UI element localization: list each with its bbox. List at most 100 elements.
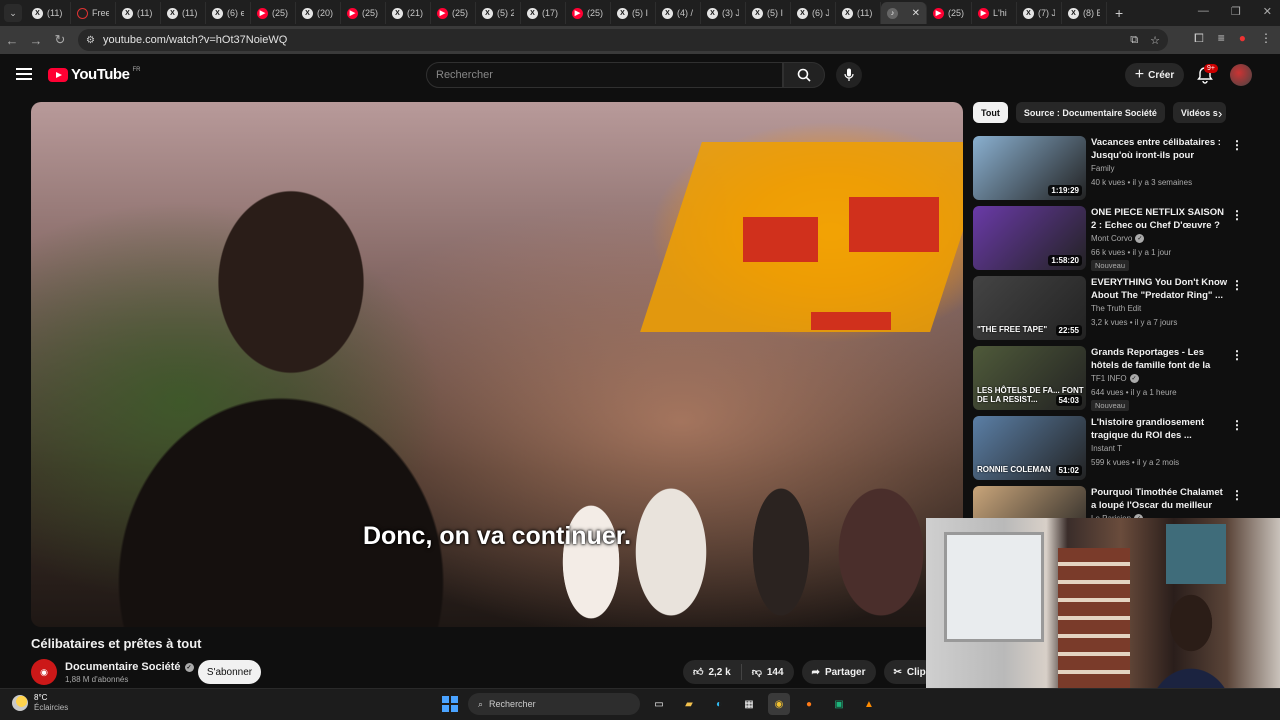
youtube-logo[interactable]: YouTube FR	[48, 66, 140, 83]
video-player[interactable]: Donc, on va continuer.	[31, 102, 963, 627]
channel-avatar[interactable]: ◉	[31, 659, 57, 685]
extensions-icon[interactable]: ⧠	[1194, 31, 1204, 46]
browser-tab[interactable]: X (6) J	[791, 2, 836, 24]
new-tab-button[interactable]: +	[1115, 5, 1123, 21]
bookmark-star-icon[interactable]: ☆	[1150, 34, 1160, 47]
recommended-video-title[interactable]: L'histoire grandiosement tragique du ROI…	[1091, 416, 1229, 442]
dislike-button[interactable]: 👎︎ 144	[742, 660, 794, 684]
browser-tab[interactable]: X (5) I	[611, 2, 656, 24]
browser-menu-icon[interactable]: ⋮	[1260, 31, 1272, 46]
browser-tab[interactable]: X (5) I	[746, 2, 791, 24]
tab-search-chevron-icon[interactable]: ⌄	[4, 4, 22, 22]
more-options-icon[interactable]: ⋮	[1231, 208, 1243, 222]
recommended-video-title[interactable]: EVERYTHING You Don't Know About The "Pre…	[1091, 276, 1229, 302]
install-app-icon[interactable]: ⧉	[1130, 34, 1138, 47]
file-explorer-icon[interactable]: ▰	[678, 693, 700, 715]
browser-tab[interactable]: X (11)	[116, 2, 161, 24]
browser-tab[interactable]: X (8) E	[1062, 2, 1107, 24]
restore-button[interactable]: ❐	[1231, 5, 1241, 18]
browser-tab[interactable]: X (11)	[26, 2, 71, 24]
tab-label: (6) J	[812, 8, 829, 18]
tab-label: (17)	[542, 8, 559, 18]
video-duration: 51:02	[1055, 465, 1082, 476]
more-options-icon[interactable]: ⋮	[1231, 348, 1243, 362]
channel-name[interactable]: Documentaire Société ✓	[65, 661, 194, 673]
site-info-icon[interactable]: ⚙	[86, 35, 95, 46]
voice-search-button[interactable]	[836, 62, 862, 88]
browser-tab[interactable]: X (17)	[521, 2, 566, 24]
forward-button[interactable]: →	[24, 33, 48, 48]
browser-tab[interactable]: ♪ ✕	[881, 2, 927, 24]
address-bar[interactable]: ⚙ youtube.com/watch?v=hOt37NoieWQ ⧉ ☆	[78, 29, 1168, 51]
weather-widget[interactable]: 8°C Éclaircies	[12, 693, 68, 713]
recommended-video-title[interactable]: Vacances entre célibataires : Jusqu'où i…	[1091, 136, 1229, 162]
recommended-video-title[interactable]: Pourquoi Timothée Chalamet a loupé l'Osc…	[1091, 486, 1229, 512]
browser-tab[interactable]: X (11)	[161, 2, 206, 24]
create-button[interactable]: + Créer	[1125, 63, 1184, 87]
recommended-video[interactable]: 1:19:29 Vacances entre célibataires : Jus…	[973, 136, 1245, 200]
recommended-video[interactable]: RONNIE COLEMAN 51:02 L'histoire grandiosem…	[973, 416, 1245, 480]
video-thumbnail[interactable]: "THE FREE TAPE" 22:55	[973, 276, 1086, 340]
browser-tab[interactable]: X (5) 2	[476, 2, 521, 24]
app-green-icon[interactable]: ▣	[828, 693, 850, 715]
chip-source[interactable]: Source : Documentaire Société	[1015, 102, 1165, 123]
search-button[interactable]	[783, 62, 825, 88]
recommended-video[interactable]: 1:58:20 ONE PIECE NETFLIX SAISON 2 : Eche…	[973, 206, 1245, 271]
video-thumbnail[interactable]: RONNIE COLEMAN 51:02	[973, 416, 1086, 480]
recommended-channel-name: TF1 INFO	[1091, 374, 1127, 383]
more-options-icon[interactable]: ⋮	[1231, 138, 1243, 152]
task-view-icon[interactable]: ▭	[648, 693, 670, 715]
vlc-icon[interactable]: ▲	[858, 693, 880, 715]
browser-tab[interactable]: X (11)	[836, 2, 881, 24]
reload-button[interactable]: ↻	[48, 32, 72, 48]
chevron-right-icon[interactable]: ›	[1218, 106, 1222, 121]
browser-tab[interactable]: X (6) e	[206, 2, 251, 24]
recommended-channel[interactable]: TF1 INFO ✓	[1091, 374, 1139, 383]
close-window-button[interactable]: ✕	[1263, 5, 1272, 18]
search-input[interactable]	[436, 69, 782, 81]
close-tab-icon[interactable]: ✕	[912, 8, 920, 19]
more-options-icon[interactable]: ⋮	[1231, 418, 1243, 432]
more-options-icon[interactable]: ⋮	[1231, 488, 1243, 502]
microsoft-store-icon[interactable]: ▦	[738, 693, 760, 715]
browser-tab[interactable]: X (7) J	[1017, 2, 1062, 24]
browser-tab[interactable]: ▶ (25)	[431, 2, 476, 24]
edge-icon[interactable]: ◐	[708, 693, 730, 715]
windows-start-icon[interactable]	[440, 694, 460, 714]
browser-tab[interactable]: ▶ (25)	[341, 2, 386, 24]
browser-tab[interactable]: X (4) /	[656, 2, 701, 24]
recommended-video[interactable]: LES HÔTELS DE FA... FONT DE LA RESIST...…	[973, 346, 1245, 411]
recommended-video-title[interactable]: ONE PIECE NETFLIX SAISON 2 : Echec ou Ch…	[1091, 206, 1229, 232]
recommended-channel[interactable]: Mont Corvo ✓	[1091, 234, 1145, 243]
minimize-button[interactable]: —	[1198, 5, 1209, 18]
recommended-channel[interactable]: The Truth Edit	[1091, 304, 1141, 313]
video-thumbnail[interactable]: 1:19:29	[973, 136, 1086, 200]
recommended-video-title[interactable]: Grands Reportages - Les hôtels de famill…	[1091, 346, 1229, 372]
recommended-video[interactable]: "THE FREE TAPE" 22:55 EVERYTHING You Don't…	[973, 276, 1245, 340]
browser-tab[interactable]: ▶ (25)	[251, 2, 296, 24]
browser-tab[interactable]: ▶ (25)	[927, 2, 972, 24]
recommended-channel[interactable]: Family	[1091, 164, 1115, 173]
more-options-icon[interactable]: ⋮	[1231, 278, 1243, 292]
menu-icon[interactable]	[16, 68, 32, 80]
media-control-icon[interactable]: ≡	[1218, 31, 1225, 46]
browser-tab[interactable]: ▶ (25)	[566, 2, 611, 24]
video-thumbnail[interactable]: LES HÔTELS DE FA... FONT DE LA RESIST...…	[973, 346, 1086, 410]
taskbar-search[interactable]: ⌕ Rechercher	[468, 693, 640, 715]
video-thumbnail[interactable]: 1:58:20	[973, 206, 1086, 270]
browser-tab[interactable]: Free	[71, 2, 116, 24]
browser-tab[interactable]: X (20)	[296, 2, 341, 24]
share-button[interactable]: ➦ Partager	[801, 660, 876, 684]
browser-tab[interactable]: X (3) J	[701, 2, 746, 24]
firefox-icon[interactable]: ●	[798, 693, 820, 715]
chip-all[interactable]: Tout	[973, 102, 1008, 123]
chrome-icon[interactable]: ◉	[768, 693, 790, 715]
back-button[interactable]: ←	[0, 33, 24, 48]
profile-icon[interactable]: ●	[1239, 31, 1246, 46]
account-avatar[interactable]	[1230, 64, 1252, 86]
subscribe-button[interactable]: S'abonner	[198, 660, 261, 684]
browser-tab[interactable]: ▶ L'hi	[972, 2, 1017, 24]
recommended-channel[interactable]: Instant T	[1091, 444, 1122, 453]
like-button[interactable]: 👍︎ 2,2 k	[683, 660, 741, 684]
browser-tab[interactable]: X (21)	[386, 2, 431, 24]
